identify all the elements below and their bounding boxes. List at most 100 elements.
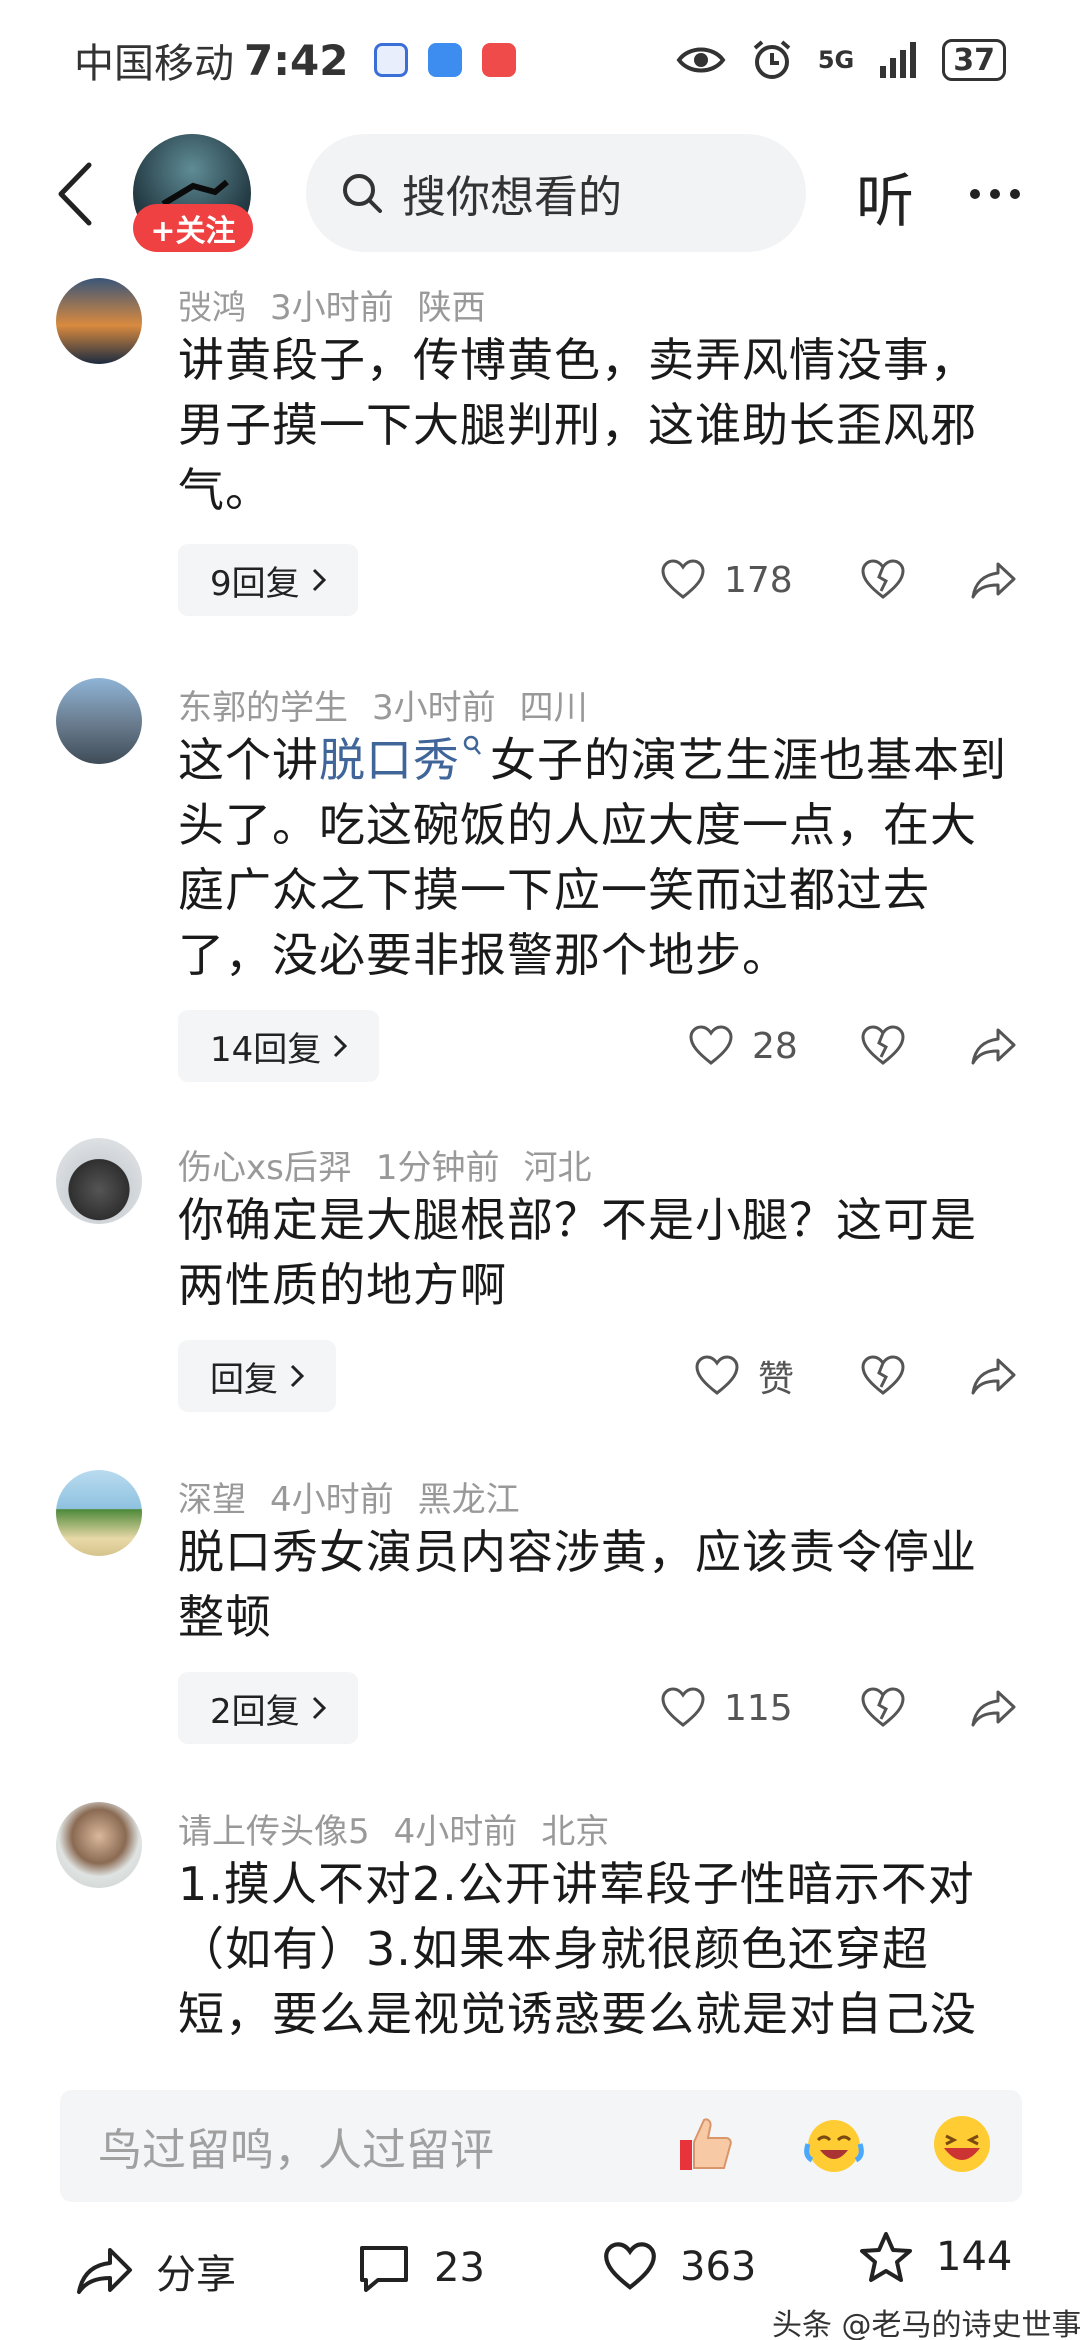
- comment-input-placeholder: 鸟过留鸣，人过留评: [98, 2125, 494, 2176]
- like-button[interactable]: 28: [660, 1025, 830, 1067]
- status-time: 7:42: [244, 35, 349, 85]
- article-header: +关注 搜你想看的 听: [0, 124, 1080, 264]
- watermark: 头条 @老马的诗史世事: [772, 2308, 1080, 2340]
- battery-level: 37: [953, 42, 995, 78]
- replies-label: 回复: [210, 1359, 278, 1400]
- chevron-right-icon: [334, 1034, 348, 1058]
- share-icon[interactable]: [970, 560, 1018, 600]
- broken-heart-icon[interactable]: [860, 1355, 906, 1397]
- avatar[interactable]: [56, 278, 142, 364]
- like-article-button[interactable]: 363: [602, 2242, 756, 2292]
- like-button[interactable]: 赞: [660, 1350, 830, 1402]
- article-like-count: 363: [680, 2244, 757, 2290]
- comment-meta: 东郭的学生 3小时前 四川: [178, 680, 588, 729]
- comment-time: 4小时前: [393, 1812, 518, 1852]
- replies-button[interactable]: 2回复: [178, 1672, 358, 1744]
- crying-laugh-emoji-icon[interactable]: [798, 2108, 870, 2180]
- heart-icon: [689, 1025, 733, 1065]
- comment-time: 3小时前: [270, 288, 394, 328]
- like-count: 115: [724, 1687, 793, 1729]
- eye-icon: [676, 47, 726, 73]
- comment-username[interactable]: 东郭的学生: [178, 680, 348, 729]
- broken-heart-icon[interactable]: [860, 1687, 906, 1729]
- like-button[interactable]: 115: [660, 1687, 830, 1729]
- topic-link-label: 脱口秀: [319, 733, 460, 787]
- network-type: 5G: [817, 46, 855, 74]
- comment-meta: 伤心xs后羿 1分钟前 河北: [178, 1140, 591, 1189]
- comment-text: 你确定是大腿根部？不是小腿？这可是两性质的地方啊: [178, 1193, 977, 1312]
- notification-icons: [374, 43, 517, 77]
- like-count: 28: [752, 1025, 798, 1067]
- replies-label: 9回复: [210, 563, 300, 604]
- chevron-right-icon: [290, 1364, 304, 1388]
- comment-username[interactable]: 深望: [178, 1472, 246, 1521]
- comment-time: 1分钟前: [375, 1148, 500, 1188]
- share-icon[interactable]: [970, 1356, 1018, 1396]
- heart-icon: [695, 1355, 739, 1395]
- replies-button[interactable]: 回复: [178, 1340, 336, 1412]
- comment-location: 河北: [523, 1148, 592, 1188]
- comment-username[interactable]: 请上传头像5: [178, 1804, 370, 1853]
- comment-location: 陕西: [417, 288, 486, 328]
- replies-label: 14回复: [210, 1029, 322, 1070]
- search-input[interactable]: 搜你想看的: [306, 134, 806, 252]
- huawei-app-icon: [482, 43, 517, 77]
- heart-icon: [661, 559, 705, 599]
- like-count: 赞: [758, 1359, 795, 1400]
- avatar[interactable]: [56, 1138, 142, 1224]
- heart-icon: [604, 2242, 656, 2290]
- chevron-right-icon: [312, 1696, 326, 1720]
- comment-username[interactable]: 伤心xs后羿: [178, 1140, 352, 1189]
- favorite-button[interactable]: 144: [858, 2230, 1012, 2284]
- alarm-icon: [753, 40, 791, 79]
- message-app-icon: [428, 43, 463, 77]
- replies-label: 2回复: [210, 1691, 300, 1732]
- status-bar: 中国移动 7:42 5G 37: [0, 0, 1080, 120]
- follow-button[interactable]: +关注: [133, 204, 253, 252]
- comment-count: 23: [434, 2245, 485, 2291]
- comment-input[interactable]: 鸟过留鸣，人过留评: [60, 2090, 1022, 2202]
- comment-icon: [360, 2246, 408, 2292]
- comment-button[interactable]: 23: [356, 2242, 485, 2294]
- avatar[interactable]: [56, 1802, 142, 1888]
- thumbs-up-emoji-icon[interactable]: [670, 2108, 742, 2180]
- comment-meta: 弢鸿 3小时前 陕西: [178, 280, 486, 329]
- comment-text: 讲黄段子，传博黄色，卖弄风情没事，男子摸一下大腿判刑，这谁助长歪风邪气。: [178, 333, 977, 517]
- back-button[interactable]: [40, 154, 110, 234]
- share-button[interactable]: 分享: [76, 2242, 236, 2300]
- comment-time: 3小时前: [372, 688, 496, 728]
- like-button[interactable]: 178: [660, 559, 830, 601]
- comment-location: 黑龙江: [417, 1480, 520, 1520]
- comment-location: 四川: [519, 688, 588, 728]
- favorite-count: 144: [936, 2234, 1013, 2280]
- search-icon: [463, 735, 481, 755]
- broken-heart-icon[interactable]: [860, 1025, 906, 1067]
- signal-icon: [880, 42, 917, 78]
- listen-button[interactable]: 听: [856, 154, 914, 238]
- comment-text-before: 这个讲: [178, 733, 319, 787]
- like-count: 178: [724, 559, 793, 601]
- topic-link[interactable]: 脱口秀: [319, 733, 490, 787]
- broken-heart-icon[interactable]: [860, 559, 906, 601]
- share-label: 分享: [156, 2252, 236, 2298]
- more-options-button[interactable]: [960, 154, 1030, 234]
- comment-location: 北京: [541, 1812, 610, 1852]
- comment-text: 这个讲脱口秀 女子的演艺生涯也基本到头了。吃这碗饭的人应大度一点，在大庭广众之下摸…: [178, 728, 1018, 988]
- comment-item: 请上传头像5 4小时前 北京 1.摸人不对2.公开讲荤段子性暗示不对（如有）3.…: [0, 1802, 1080, 2070]
- search-placeholder: 搜你想看的: [402, 172, 622, 223]
- star-icon: [860, 2232, 912, 2282]
- share-icon[interactable]: [970, 1688, 1018, 1728]
- avatar[interactable]: [56, 678, 142, 764]
- avatar[interactable]: [56, 1470, 142, 1556]
- comment-text: 脱口秀女演员内容涉黄，应该责令停业整顿: [178, 1525, 977, 1644]
- search-icon: [343, 174, 382, 213]
- replies-button[interactable]: 14回复: [178, 1010, 380, 1082]
- comment-text: 1.摸人不对2.公开讲荤段子性暗示不对（如有）3.如果本身就很颜色还穿超短，要么…: [178, 1857, 977, 2041]
- grinning-emoji-icon[interactable]: [926, 2108, 998, 2180]
- comment-username[interactable]: 弢鸿: [178, 280, 246, 329]
- battery-indicator: 37: [942, 39, 1006, 81]
- comment-time: 4小时前: [270, 1480, 394, 1520]
- replies-button[interactable]: 9回复: [178, 544, 358, 616]
- share-icon[interactable]: [970, 1026, 1018, 1066]
- heart-icon: [661, 1687, 705, 1727]
